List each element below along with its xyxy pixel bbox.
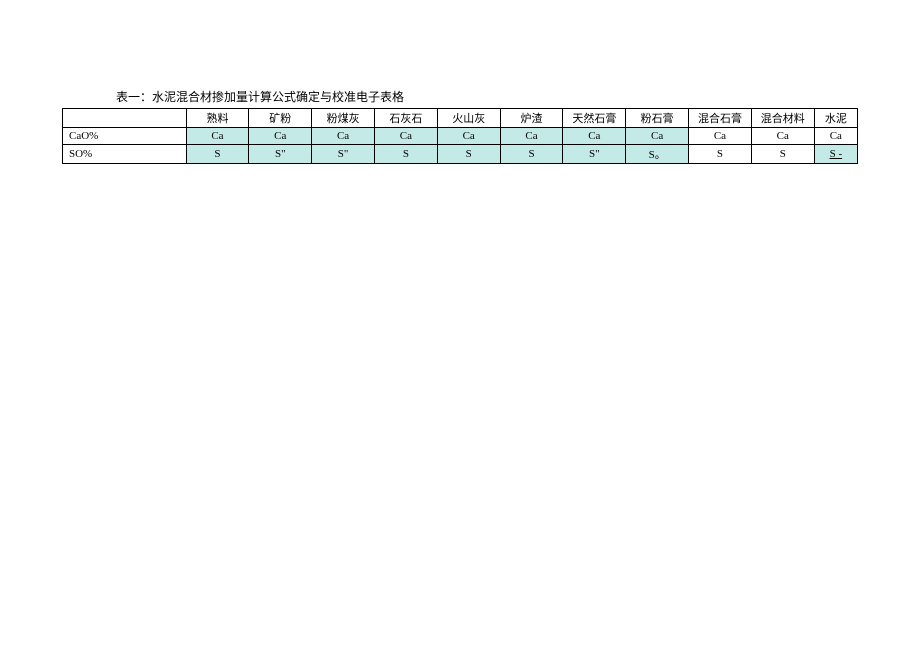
header-cell: 石灰石	[375, 109, 438, 128]
data-cell: S	[751, 145, 814, 164]
data-cell: S	[375, 145, 438, 164]
header-cell: 矿粉	[249, 109, 312, 128]
edge-mark: |	[857, 153, 858, 164]
data-cell: S	[186, 145, 249, 164]
data-cell: Ca	[500, 128, 563, 145]
data-table: 熟料 矿粉 粉煤灰 石灰石 火山灰 炉渣 天然石膏 粉石膏 混合石膏 混合材料 …	[62, 108, 858, 164]
header-cell: 炉渣	[500, 109, 563, 128]
data-cell: S -|	[814, 145, 857, 164]
data-cell: Ca	[186, 128, 249, 145]
header-cell: 水泥	[814, 109, 857, 128]
data-cell: Ca	[626, 128, 689, 145]
data-cell: S。	[626, 145, 689, 164]
data-cell: Ca	[814, 128, 857, 145]
data-cell: S"	[563, 145, 626, 164]
data-cell: Ca	[563, 128, 626, 145]
header-cell: 粉石膏	[626, 109, 689, 128]
data-cell: Ca	[249, 128, 312, 145]
data-cell: S"	[312, 145, 375, 164]
row-label: SO%	[63, 145, 187, 164]
data-cell: S	[500, 145, 563, 164]
data-cell: Ca	[751, 128, 814, 145]
header-cell: 混合石膏	[689, 109, 752, 128]
table-body: CaO%CaCaCaCaCaCaCaCaCaCaCaSO%SS"S"SSSS"S…	[63, 128, 858, 164]
data-cell: S	[437, 145, 500, 164]
header-cell: 粉煤灰	[312, 109, 375, 128]
table-row: CaO%CaCaCaCaCaCaCaCaCaCaCa	[63, 128, 858, 145]
data-cell: S"	[249, 145, 312, 164]
header-cell: 天然石膏	[563, 109, 626, 128]
data-cell: Ca	[689, 128, 752, 145]
data-cell: Ca	[312, 128, 375, 145]
table-title: 表一：水泥混合材掺加量计算公式确定与校准电子表格	[62, 88, 858, 105]
data-cell: Ca	[437, 128, 500, 145]
header-row: 熟料 矿粉 粉煤灰 石灰石 火山灰 炉渣 天然石膏 粉石膏 混合石膏 混合材料 …	[63, 109, 858, 128]
data-cell: S	[689, 145, 752, 164]
header-cell: 混合材料	[751, 109, 814, 128]
row-label: CaO%	[63, 128, 187, 145]
header-cell: 熟料	[186, 109, 249, 128]
header-blank	[63, 109, 187, 128]
data-cell: Ca	[375, 128, 438, 145]
header-cell: 火山灰	[437, 109, 500, 128]
table-row: SO%SS"S"SSSS"S。SSS -|	[63, 145, 858, 164]
